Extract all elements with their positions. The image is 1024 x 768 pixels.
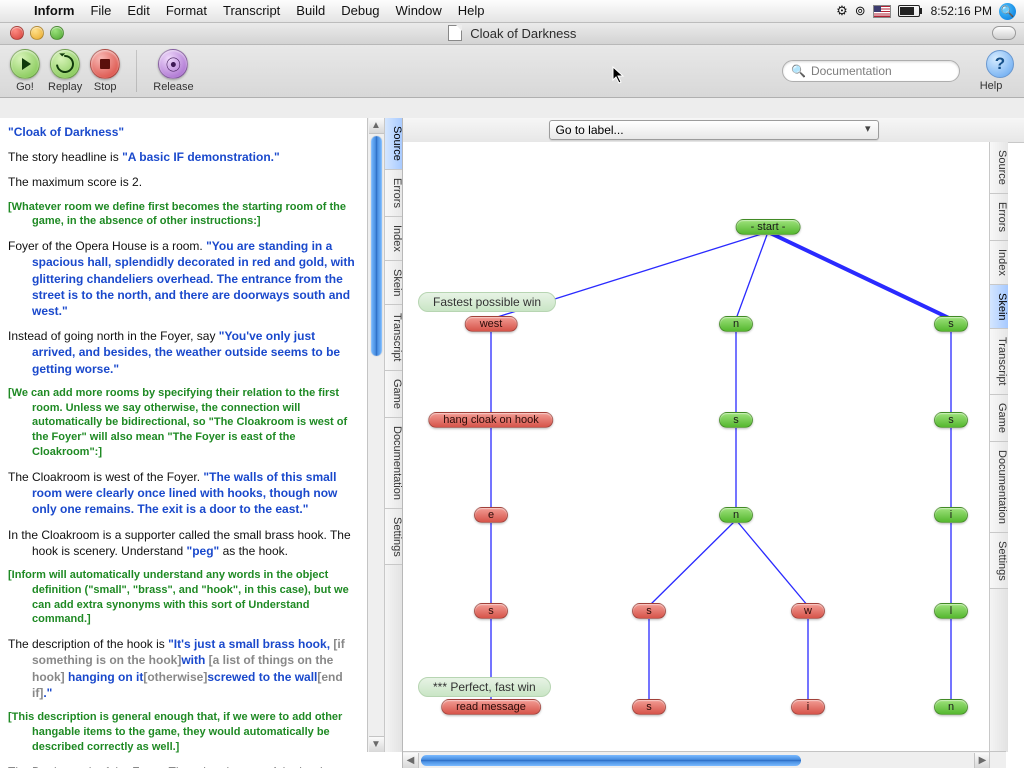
skein-node[interactable]: l [934, 603, 968, 619]
menu-help[interactable]: Help [450, 0, 493, 22]
menu-debug[interactable]: Debug [333, 0, 387, 22]
scroll-down-icon[interactable]: ▼ [369, 736, 384, 752]
right-hscroll[interactable]: ◀ ▶ [403, 751, 990, 768]
tab-index[interactable]: Index [385, 217, 403, 261]
minimize-button[interactable] [30, 26, 44, 40]
zoom-button[interactable] [50, 26, 64, 40]
tab-source[interactable]: Source [990, 142, 1008, 194]
toolbar-toggle[interactable] [992, 26, 1016, 40]
goto-label-select[interactable]: Go to label... [549, 120, 879, 140]
wifi-icon[interactable]: ⊚ [855, 3, 866, 19]
tab-documentation[interactable]: Documentation [385, 418, 403, 509]
skein-node[interactable]: e [474, 507, 508, 523]
skein-legend: Fastest possible win [418, 292, 556, 312]
skein-view[interactable]: - start - Fastest possible win *** Perfect… [403, 142, 990, 752]
menu-build[interactable]: Build [288, 0, 333, 22]
menu-format[interactable]: Format [158, 0, 215, 22]
input-flag-icon[interactable] [873, 5, 891, 18]
left-vscroll[interactable]: ▲ ▼ [367, 118, 384, 752]
right-tabs: SourceErrorsIndexSkeinTranscriptGameDocu… [989, 142, 1008, 752]
skein-node[interactable]: s [934, 412, 968, 428]
tab-transcript[interactable]: Transcript [385, 305, 403, 371]
tab-settings[interactable]: Settings [385, 509, 403, 566]
gear-icon[interactable]: ⚙ [836, 3, 848, 19]
tab-documentation[interactable]: Documentation [990, 442, 1008, 533]
skein-node[interactable]: n [719, 316, 753, 332]
skein-node[interactable]: read message [441, 699, 541, 715]
document-icon [448, 25, 462, 41]
skein-node[interactable]: s [474, 603, 508, 619]
go-button[interactable] [10, 49, 40, 79]
go-label: Go! [16, 81, 34, 93]
release-label: Release [153, 81, 193, 93]
tab-skein[interactable]: Skein [990, 285, 1008, 330]
battery-icon[interactable] [898, 5, 920, 17]
tab-source[interactable]: Source [385, 118, 403, 170]
help-label: Help [980, 80, 1003, 92]
tab-index[interactable]: Index [990, 241, 1008, 285]
left-pane: "Cloak of Darkness" The story headline i… [0, 118, 403, 768]
tab-transcript[interactable]: Transcript [990, 329, 1008, 395]
goto-bar: Go to label... [403, 118, 1024, 143]
skein-node[interactable]: s [632, 603, 666, 619]
source-title: "Cloak of Darkness" [8, 125, 124, 139]
skein-node[interactable]: i [791, 699, 825, 715]
toolbar-divider [136, 50, 137, 92]
source-editor[interactable]: "Cloak of Darkness" The story headline i… [0, 118, 368, 768]
tab-game[interactable]: Game [990, 395, 1008, 442]
tab-skein[interactable]: Skein [385, 261, 403, 306]
menubar-clock[interactable]: 8:52:16 PM [927, 4, 992, 18]
skein-node[interactable]: w [791, 603, 825, 619]
skein-node[interactable]: i [934, 507, 968, 523]
scroll-right-icon[interactable]: ▶ [974, 753, 990, 768]
window-title: Cloak of Darkness [0, 25, 1024, 41]
search-icon: 🔍 [791, 64, 806, 78]
tab-errors[interactable]: Errors [385, 170, 403, 217]
close-button[interactable] [10, 26, 24, 40]
app-menu[interactable]: Inform [26, 0, 82, 22]
menu-transcript[interactable]: Transcript [215, 0, 288, 22]
menu-edit[interactable]: Edit [119, 0, 157, 22]
menu-window[interactable]: Window [388, 0, 450, 22]
skein-start-node[interactable]: - start - [736, 219, 801, 235]
stop-label: Stop [94, 81, 117, 93]
skein-node[interactable]: n [934, 699, 968, 715]
spotlight-icon[interactable]: 🔍 [999, 3, 1016, 20]
menu-file[interactable]: File [82, 0, 119, 22]
skein-node[interactable]: hang cloak on hook [428, 412, 553, 428]
tab-errors[interactable]: Errors [990, 194, 1008, 241]
menubar: Inform File Edit Format Transcript Build… [0, 0, 1024, 23]
right-pane: Go to label... - start - Fastest possible… [403, 118, 1024, 768]
help-button[interactable]: ? [986, 50, 1014, 78]
stop-button[interactable] [90, 49, 120, 79]
toolbar: Go! Replay Stop ⦿ Release 🔍 Documentatio… [0, 45, 1024, 98]
inform-window: Cloak of Darkness Go! Replay Stop ⦿ Rele… [0, 22, 1024, 768]
skein-node[interactable]: n [719, 507, 753, 523]
skein-node[interactable]: s [934, 316, 968, 332]
search-placeholder: Documentation [811, 64, 892, 78]
skein-node[interactable]: s [632, 699, 666, 715]
tab-settings[interactable]: Settings [990, 533, 1008, 590]
scroll-up-icon[interactable]: ▲ [369, 118, 384, 134]
left-tabs: SourceErrorsIndexSkeinTranscriptGameDocu… [384, 118, 403, 752]
skein-node[interactable]: west [465, 316, 518, 332]
scroll-left-icon[interactable]: ◀ [403, 753, 419, 768]
skein-legend: *** Perfect, fast win [418, 677, 551, 697]
release-button[interactable]: ⦿ [158, 49, 188, 79]
titlebar[interactable]: Cloak of Darkness [0, 22, 1024, 45]
skein-node[interactable]: s [719, 412, 753, 428]
replay-label: Replay [48, 81, 82, 93]
window-title-text: Cloak of Darkness [470, 26, 576, 41]
doc-search[interactable]: 🔍 Documentation [782, 60, 960, 82]
replay-button[interactable] [50, 49, 80, 79]
tab-game[interactable]: Game [385, 371, 403, 418]
